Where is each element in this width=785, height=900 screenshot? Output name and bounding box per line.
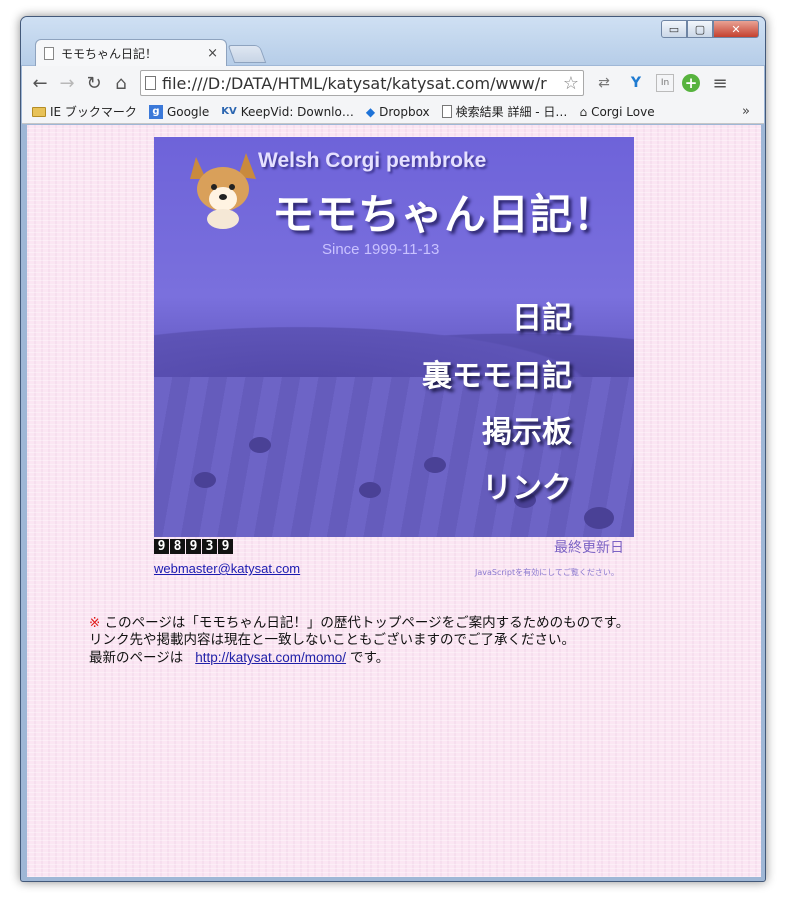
window-controls: ▭ ▢ ✕ — [661, 20, 759, 38]
address-bar[interactable]: file:///D:/DATA/HTML/katysat/katysat.com… — [140, 70, 584, 96]
menu-link-bbs[interactable]: 掲示板 — [482, 407, 572, 451]
tab-title: モモちゃん日記！ — [61, 47, 158, 61]
menu-link-ura-momo-diary[interactable]: 裏モモ日記 — [422, 351, 572, 395]
counter-digit: 8 — [170, 539, 185, 554]
header-banner: Welsh Corgi pembroke モモちゃん日記！ Since 1999… — [154, 137, 634, 537]
bookmark-search-results[interactable]: 検索結果 詳細 - 日… — [441, 103, 567, 120]
menu-link-diary[interactable]: 日記 — [512, 293, 572, 337]
counter-digit: 3 — [202, 539, 217, 554]
corgi-icon — [190, 153, 256, 229]
back-icon[interactable]: ← — [28, 71, 52, 95]
keepvid-icon: KV — [221, 106, 237, 117]
add-extension-icon[interactable]: + — [682, 74, 700, 92]
reload-icon[interactable]: ↻ — [82, 71, 106, 95]
bag-icon: ⌂ — [579, 104, 588, 119]
menu-icon[interactable]: ≡ — [708, 71, 732, 95]
bookmark-keepvid[interactable]: KV KeepVid: Downlo… — [221, 105, 354, 119]
banner-since: Since 1999-11-13 — [322, 241, 440, 258]
folder-icon — [32, 106, 46, 117]
home-icon[interactable]: ⌂ — [109, 71, 133, 95]
hay-bale — [584, 507, 614, 529]
access-counter: 9 8 9 3 9 — [154, 539, 234, 554]
linkedin-extension-icon[interactable]: In — [656, 74, 674, 92]
bookmarks-bar: IE ブックマーク g Google KV KeepVid: Downlo… ◆… — [22, 100, 764, 124]
last-updated-label: 最終更新日 — [554, 540, 624, 556]
notice-text: ※ このページは「モモちゃん日記！」の歴代トップページをご案内するためのものです… — [89, 615, 629, 667]
counter-digit: 9 — [154, 539, 169, 554]
menu-link-links[interactable]: リンク — [482, 463, 572, 507]
banner-title: モモちゃん日記！ — [272, 190, 617, 239]
hay-bale — [249, 437, 271, 453]
minimize-button[interactable]: ▭ — [661, 20, 687, 38]
counter-digit: 9 — [218, 539, 233, 554]
notice-mark: ※ — [89, 615, 101, 631]
google-icon: g — [148, 104, 163, 119]
banner-subtitle: Welsh Corgi pembroke — [258, 149, 487, 172]
close-window-button[interactable]: ✕ — [713, 20, 759, 38]
hay-bale — [194, 472, 216, 488]
bookmark-star-icon[interactable]: ☆ — [563, 73, 579, 94]
maximize-button[interactable]: ▢ — [687, 20, 713, 38]
counter-digit: 9 — [186, 539, 201, 554]
translate-icon[interactable]: ⇄ — [592, 71, 616, 95]
page-icon — [441, 105, 452, 118]
new-tab-button[interactable] — [227, 45, 267, 63]
javascript-notice: JavaScriptを有効にしてご覧ください。 — [475, 568, 619, 577]
notice-line-3: 最新のページは http://katysat.com/momo/です。 — [89, 650, 390, 666]
forward-icon[interactable]: → — [55, 71, 79, 95]
page-content: Welsh Corgi pembroke モモちゃん日記！ Since 1999… — [27, 125, 761, 877]
url-text[interactable]: file:///D:/DATA/HTML/katysat/katysat.com… — [162, 74, 563, 93]
hay-bale — [424, 457, 446, 473]
notice-line-2: リンク先や掲載内容は現在と一致しないこともございますのでご了承ください。 — [89, 632, 575, 648]
notice-line-1: ※ このページは「モモちゃん日記！」の歴代トップページをご案内するためのものです… — [89, 615, 630, 631]
webmaster-email-link[interactable]: webmaster@katysat.com — [154, 561, 300, 576]
page-icon — [145, 76, 156, 90]
bookmark-ie[interactable]: IE ブックマーク — [32, 103, 137, 120]
field-image — [154, 377, 634, 537]
browser-toolbar: ← → ↻ ⌂ file:///D:/DATA/HTML/katysat/kat… — [22, 66, 764, 100]
bookmark-dropbox[interactable]: ◆ Dropbox — [366, 105, 430, 119]
bookmarks-overflow-icon[interactable]: » — [742, 104, 750, 119]
bookmark-google[interactable]: g Google — [148, 104, 209, 119]
page-icon — [44, 47, 54, 60]
latest-page-link[interactable]: http://katysat.com/momo/ — [195, 650, 346, 665]
hay-bale — [359, 482, 381, 498]
y-extension-icon[interactable]: Y — [624, 71, 648, 95]
browser-tab[interactable]: モモちゃん日記！ × — [35, 39, 227, 67]
browser-window: ▭ ▢ ✕ モモちゃん日記！ × ← → ↻ ⌂ file:///D:/DATA… — [20, 16, 766, 882]
dropbox-icon: ◆ — [365, 104, 376, 119]
bookmark-corgi-love[interactable]: ⌂ Corgi Love — [579, 105, 654, 119]
tab-close-icon[interactable]: × — [207, 46, 218, 61]
